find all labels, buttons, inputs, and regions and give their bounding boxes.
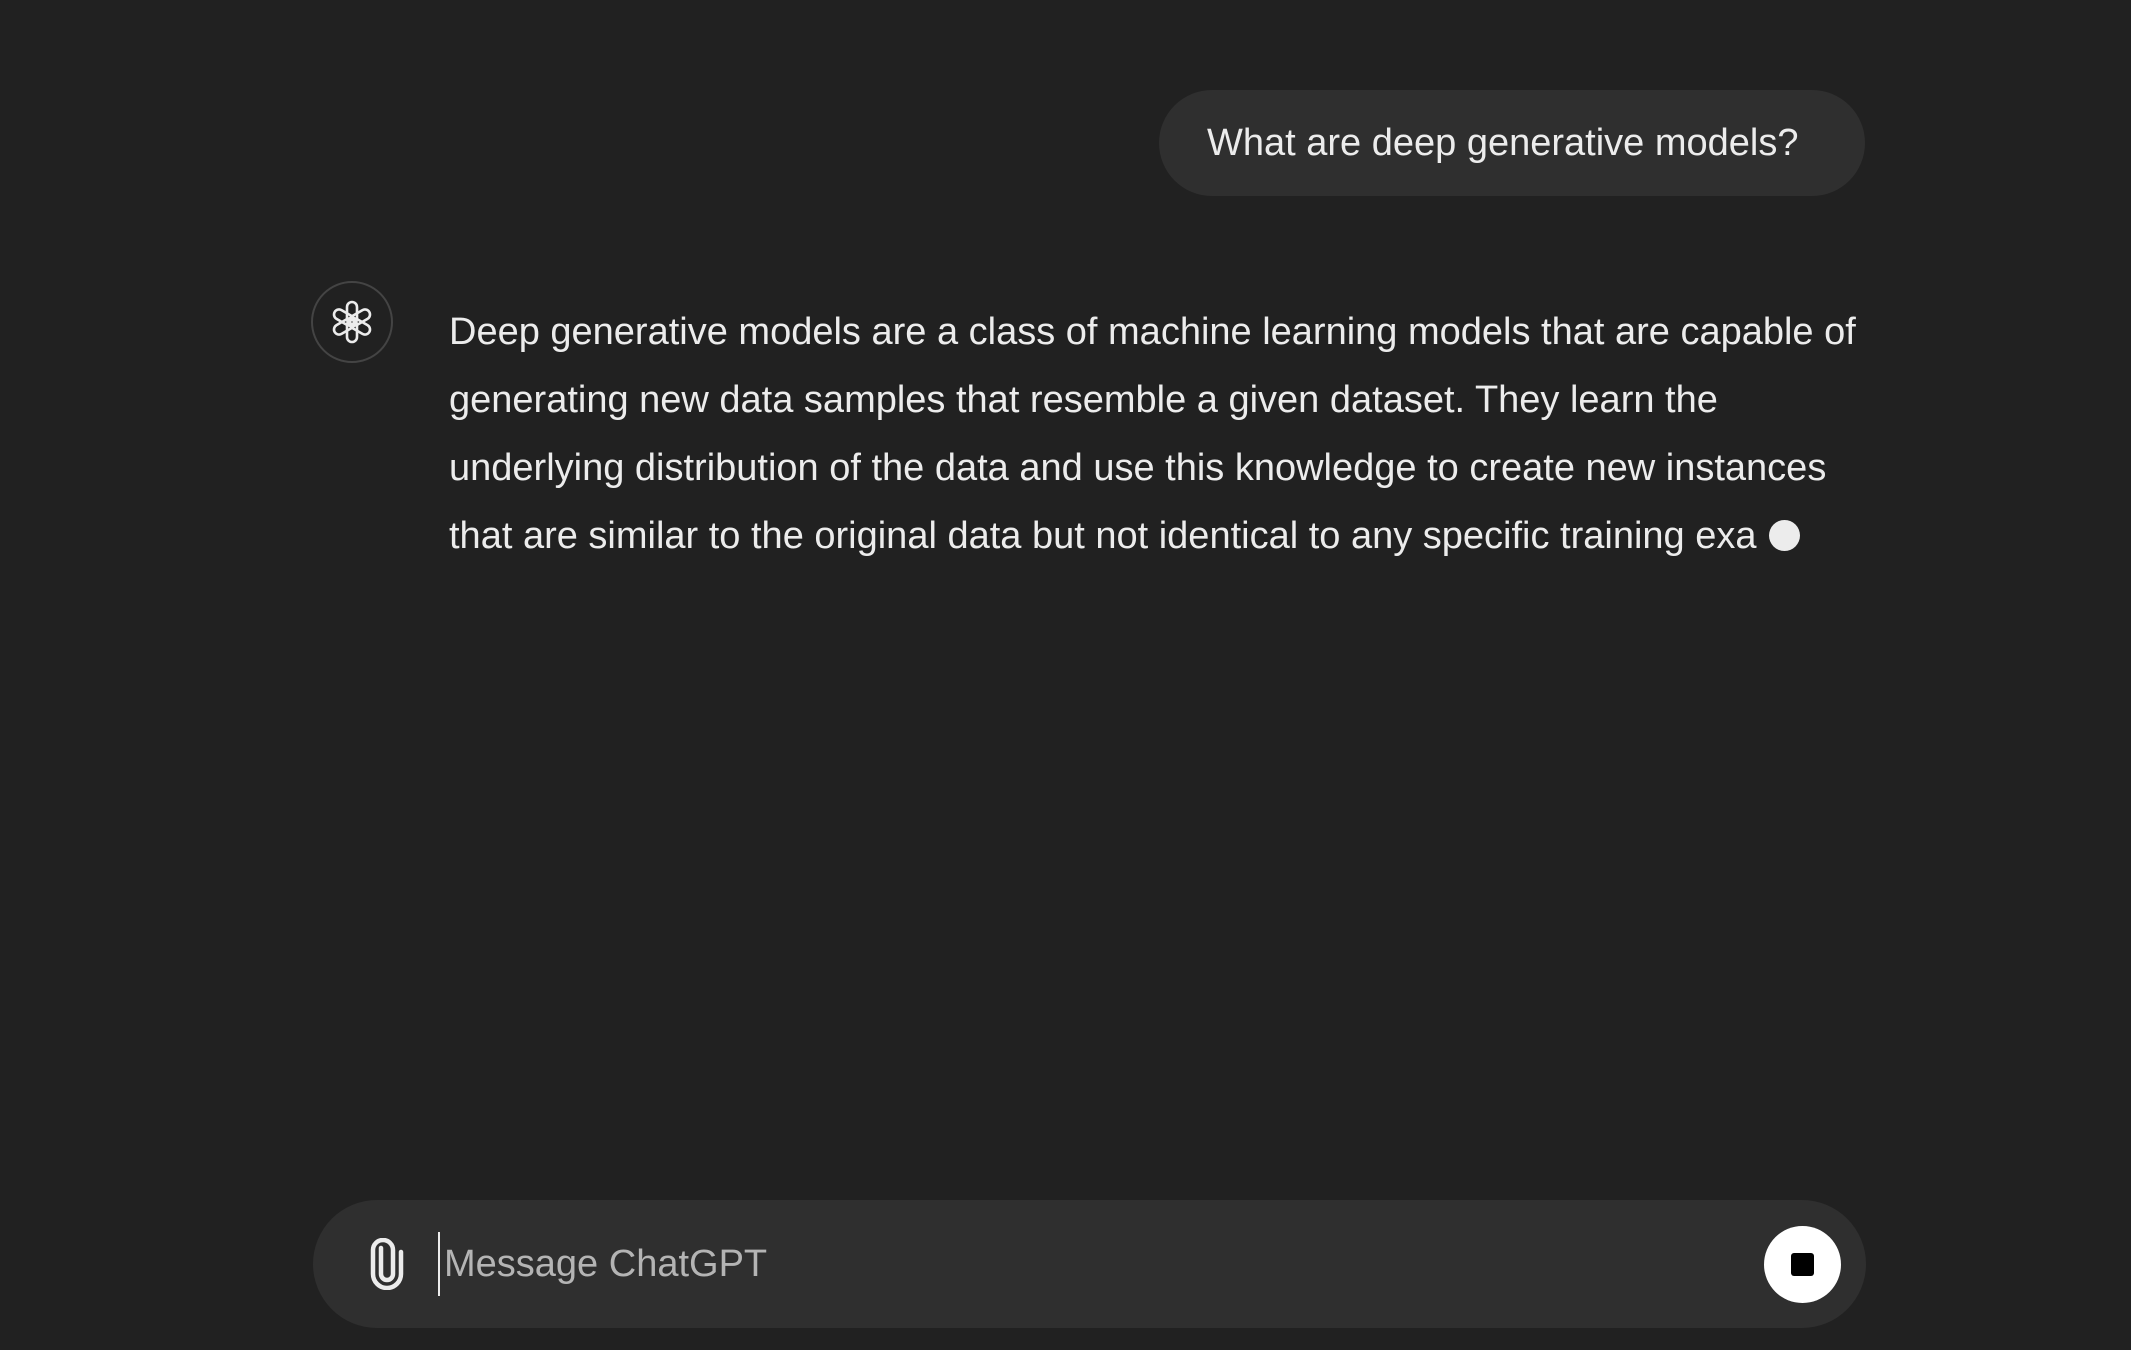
user-message-text: What are deep generative models? xyxy=(1207,121,1799,164)
user-message-bubble: What are deep generative models? xyxy=(1159,90,1865,196)
attach-button[interactable] xyxy=(357,1234,417,1294)
chat-page: What are deep generative models? Deep ge… xyxy=(0,0,2131,1350)
assistant-message-body: Deep generative models are a class of ma… xyxy=(449,311,1856,557)
stop-icon xyxy=(1791,1253,1814,1276)
assistant-avatar xyxy=(311,281,393,363)
message-input[interactable] xyxy=(438,1232,1644,1296)
assistant-message-text: Deep generative models are a class of ma… xyxy=(449,298,1879,570)
message-composer xyxy=(313,1200,1866,1328)
streaming-indicator xyxy=(1768,520,1800,551)
openai-logo-icon xyxy=(332,300,372,344)
stop-generating-button[interactable] xyxy=(1764,1226,1841,1303)
paperclip-icon xyxy=(370,1238,404,1290)
